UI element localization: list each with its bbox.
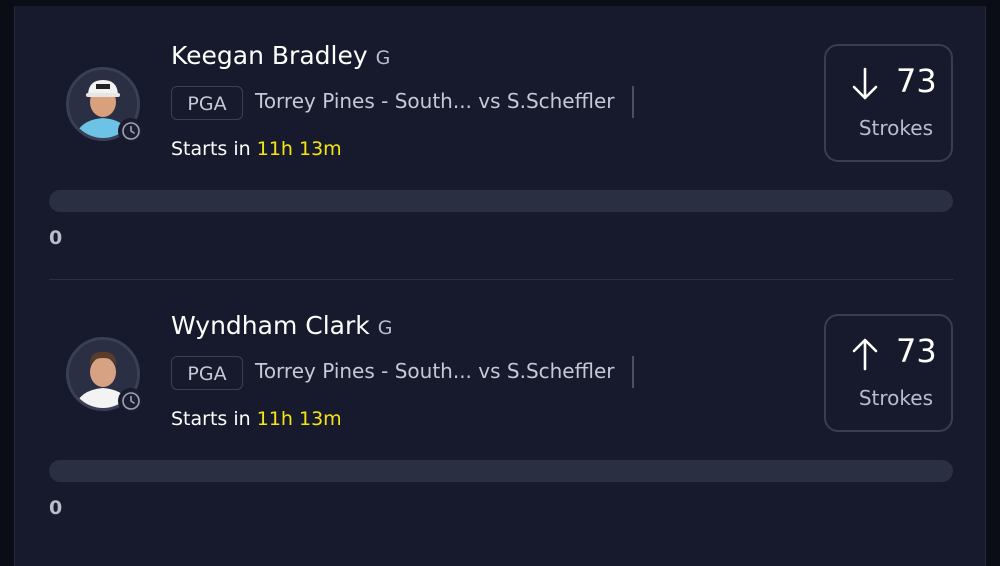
matchup-text: Torrey Pines - South... vs S.Scheffler xyxy=(255,359,615,383)
starts-countdown: 11h 13m xyxy=(256,138,342,160)
player-position: G xyxy=(375,47,391,69)
arrow-down-icon xyxy=(852,67,878,100)
stat-label: Strokes xyxy=(858,386,933,410)
progress-value: 0 xyxy=(49,227,63,249)
vertical-divider xyxy=(632,86,634,118)
starts-label: Starts in xyxy=(171,138,251,160)
player-card[interactable]: Wyndham Clark G PGA Torrey Pines - South.… xyxy=(0,270,1000,540)
start-time: Starts in 11h 13m xyxy=(171,138,342,160)
stat-projection-button[interactable]: 73 Strokes xyxy=(824,44,953,162)
player-name-text: Wyndham Clark xyxy=(171,311,370,340)
league-badge: PGA xyxy=(171,356,243,390)
stat-label: Strokes xyxy=(858,116,933,140)
stat-value: 73 xyxy=(896,332,937,370)
player-name: Keegan Bradley G xyxy=(171,41,390,70)
clock-icon xyxy=(118,388,144,414)
starts-label: Starts in xyxy=(171,408,251,430)
player-name-text: Keegan Bradley xyxy=(171,41,368,70)
vertical-divider xyxy=(632,356,634,388)
progress-bar xyxy=(49,460,953,482)
player-position: G xyxy=(377,317,393,339)
player-card[interactable]: Keegan Bradley G PGA Torrey Pines - South… xyxy=(0,0,1000,270)
league-badge: PGA xyxy=(171,86,243,120)
matchup-text: Torrey Pines - South... vs S.Scheffler xyxy=(255,89,615,113)
starts-countdown: 11h 13m xyxy=(256,408,342,430)
start-time: Starts in 11h 13m xyxy=(171,408,342,430)
progress-bar xyxy=(49,190,953,212)
arrow-up-icon xyxy=(852,338,878,371)
player-name: Wyndham Clark G xyxy=(171,311,392,340)
stat-projection-button[interactable]: 73 Strokes xyxy=(824,314,953,432)
stat-value: 73 xyxy=(896,62,937,100)
progress-value: 0 xyxy=(49,497,63,519)
clock-icon xyxy=(118,118,144,144)
